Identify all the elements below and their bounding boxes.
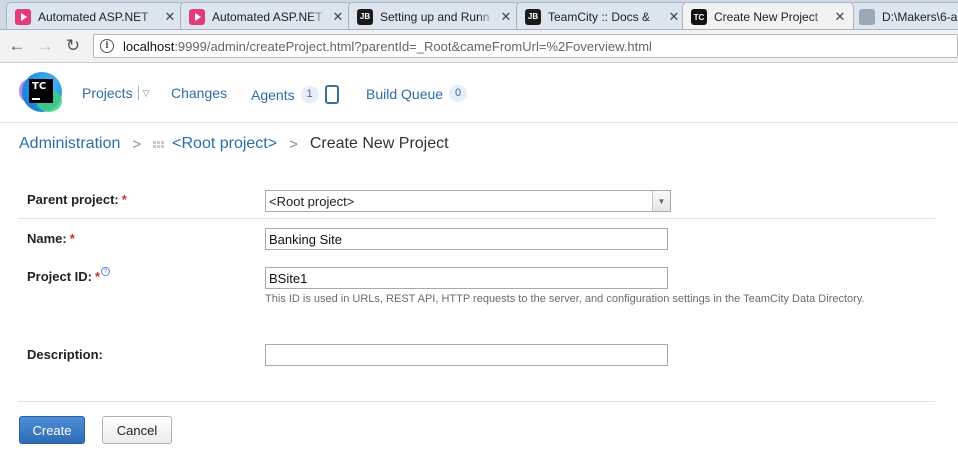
url-host: localhost <box>123 38 175 54</box>
form-actions: Create Cancel <box>18 401 935 444</box>
tab-title: TeamCity :: Docs & <box>548 9 651 24</box>
drag-handle-icon <box>153 140 165 148</box>
breadcrumb-administration[interactable]: Administration <box>19 135 120 153</box>
name-input[interactable] <box>265 228 668 250</box>
required-mark: * <box>121 192 127 207</box>
form-row-project-id: Project ID:*? This ID is used in URLs, R… <box>18 259 935 339</box>
description-input[interactable] <box>265 344 668 366</box>
cancel-button[interactable]: Cancel <box>102 416 172 444</box>
breadcrumb-root-project[interactable]: <Root project> <box>172 135 277 153</box>
close-icon[interactable]: ✕ <box>331 9 345 25</box>
address-bar[interactable]: i localhost:9999/admin/createProject.htm… <box>93 34 958 58</box>
close-icon[interactable]: ✕ <box>667 9 681 25</box>
chevron-down-icon[interactable]: ▼ <box>652 191 670 211</box>
tab-title: Setting up and Runn <box>380 9 490 24</box>
logo-text: TC <box>32 81 47 92</box>
project-id-hint: This ID is used in URLs, REST API, HTTP … <box>265 293 865 305</box>
project-id-label: Project ID: *? <box>27 267 111 284</box>
jetbrains-icon: JB <box>525 8 541 25</box>
tab-title: D:\Makers\6-a <box>882 9 958 24</box>
parent-project-label-text: Parent project: <box>27 192 119 207</box>
browser-tab[interactable]: JB TeamCity :: Docs & ✕ <box>516 2 688 29</box>
agent-status-icon <box>324 85 339 104</box>
required-mark: * <box>95 269 101 284</box>
name-label: Name: * <box>27 231 75 246</box>
nav-agents[interactable]: Agents 1 <box>251 85 339 104</box>
parent-project-value: <Root project> <box>269 193 355 209</box>
name-label-text: Name: <box>27 231 67 246</box>
browser-tab[interactable]: Automated ASP.NET ✕ <box>180 2 352 29</box>
url-path: :9999/admin/createProject.html?parentId=… <box>174 38 652 54</box>
teamcity-header: TC Projects ▽ Changes Agents 1 Build Que… <box>0 63 958 123</box>
description-label-text: Description: <box>27 347 103 362</box>
reload-icon[interactable]: ↻ <box>62 35 84 57</box>
required-mark: * <box>69 231 75 246</box>
nav-projects-label: Projects <box>82 85 133 101</box>
agents-count-badge: 1 <box>300 86 319 103</box>
nav-build-queue-label: Build Queue <box>366 85 444 102</box>
browser-tab[interactable]: D:\Makers\6-a <box>850 2 958 29</box>
pluralsight-icon <box>189 8 205 25</box>
browser-tab-strip: Automated ASP.NET ✕ Automated ASP.NET ✕ … <box>0 0 958 30</box>
project-id-label-text: Project ID: <box>27 269 93 284</box>
tab-title: Automated ASP.NET <box>38 9 149 24</box>
close-icon[interactable]: ✕ <box>499 9 513 25</box>
file-icon <box>859 8 875 25</box>
forward-arrow-icon[interactable]: → <box>34 35 56 57</box>
teamcity-logo[interactable]: TC <box>19 72 62 112</box>
browser-tab-active[interactable]: TC Create New Project ✕ <box>682 2 854 29</box>
close-icon[interactable]: ✕ <box>833 9 847 25</box>
browser-tab[interactable]: JB Setting up and Runn ✕ <box>348 2 520 29</box>
nav-build-queue[interactable]: Build Queue 0 <box>366 85 468 102</box>
nav-divider <box>137 86 139 100</box>
help-icon[interactable]: ? <box>101 267 111 276</box>
form-row-name: Name: * <box>18 219 935 259</box>
project-id-input[interactable] <box>265 267 668 289</box>
info-icon[interactable]: i <box>100 39 114 53</box>
breadcrumb-separator: > <box>289 135 298 153</box>
create-button[interactable]: Create <box>19 416 85 444</box>
pluralsight-icon <box>15 8 31 25</box>
breadcrumb: Administration > <Root project> > Create… <box>19 134 449 154</box>
description-label: Description: <box>27 347 103 362</box>
form-row-parent-project: Parent project: * <Root project> ▼ <box>18 184 935 219</box>
browser-toolbar: ← → ↻ i localhost:9999/admin/createProje… <box>0 30 958 63</box>
teamcity-icon: TC <box>691 9 707 25</box>
nav-agents-label: Agents <box>251 86 295 103</box>
parent-project-select[interactable]: <Root project> ▼ <box>265 190 671 212</box>
page-title: Create New Project <box>309 135 449 152</box>
close-icon[interactable]: ✕ <box>163 9 177 25</box>
chevron-down-icon[interactable]: ▽ <box>143 88 150 99</box>
nav-changes-label: Changes <box>171 85 228 101</box>
tab-title: Automated ASP.NET <box>212 9 323 24</box>
build-queue-count-badge: 0 <box>449 85 468 102</box>
jetbrains-icon: JB <box>357 8 373 25</box>
tab-title: Create New Project <box>714 10 819 24</box>
back-arrow-icon[interactable]: ← <box>6 35 28 57</box>
parent-project-label: Parent project: * <box>27 192 127 207</box>
breadcrumb-separator: > <box>132 135 142 153</box>
nav-changes[interactable]: Changes <box>171 85 227 101</box>
form-row-description: Description: <box>18 339 935 379</box>
nav-projects[interactable]: Projects ▽ <box>82 85 150 101</box>
browser-tab[interactable]: Automated ASP.NET ✕ <box>6 2 184 29</box>
